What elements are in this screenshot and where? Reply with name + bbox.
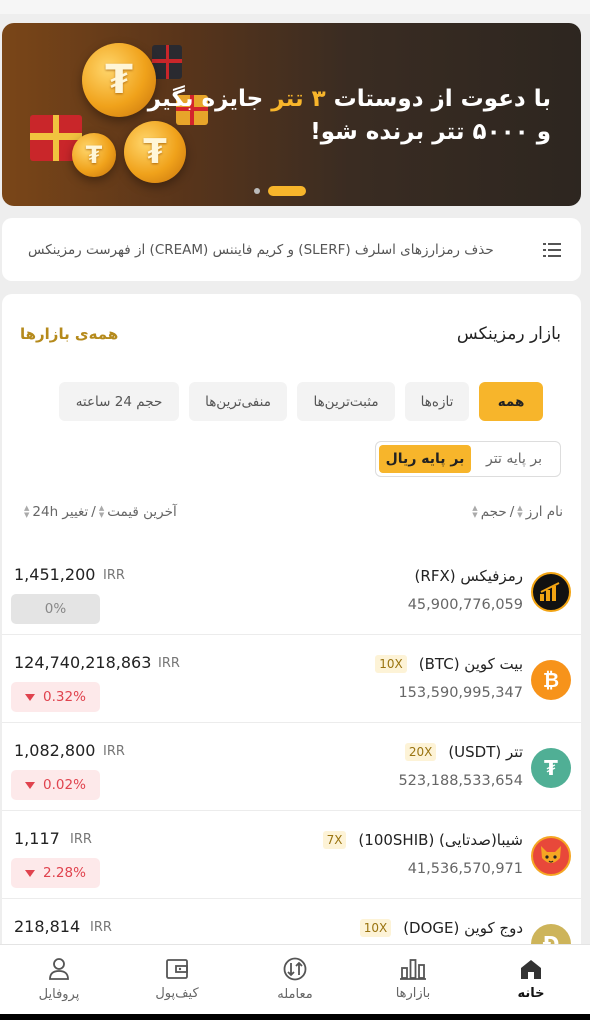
user-icon bbox=[49, 958, 69, 980]
leverage-badge: 10X bbox=[359, 919, 392, 937]
coin-price: 1,451,200 bbox=[14, 565, 96, 584]
price-unit: IRR bbox=[70, 832, 92, 847]
banner-headline: با دعوت از دوستات ۳ تتر جایزه بگیر و ۵۰۰… bbox=[147, 86, 551, 145]
leverage-badge: 20X bbox=[404, 743, 437, 761]
table-row[interactable]: ₮ تتر (USDT) 20X 523,188,533,654 1,082,80… bbox=[2, 723, 581, 811]
irr-base-option[interactable]: بر پایه ریال bbox=[379, 445, 471, 473]
coin-name: شیبا(صدتایی) (100SHIB) 7X bbox=[322, 831, 523, 849]
coin-name: دوج کوین (DOGE) 10X bbox=[359, 919, 523, 937]
column-header-name-volume[interactable]: نام ارز ▲ ▼ / حجم ▲ ▼ bbox=[472, 504, 563, 520]
carousel-indicator bbox=[254, 186, 306, 196]
nav-wallet[interactable]: کیف‌پول bbox=[118, 945, 236, 1014]
rfx-logo bbox=[531, 572, 571, 612]
usdt-base-option[interactable]: بر پایه تتر bbox=[471, 445, 557, 473]
change-badge: 0% bbox=[11, 594, 100, 624]
separator: / bbox=[91, 504, 96, 520]
promo-banner[interactable]: ₮ ₮ ₮ با دعوت از دوستات ۳ تتر جایزه بگیر… bbox=[2, 23, 581, 206]
nav-label: خانه bbox=[517, 986, 545, 1001]
status-area bbox=[0, 0, 590, 14]
coin-name: تتر (USDT) 20X bbox=[404, 743, 523, 761]
price-unit: IRR bbox=[103, 744, 125, 759]
coin-volume: 523,188,533,654 bbox=[398, 773, 523, 789]
coin-price: 1,117 bbox=[14, 829, 60, 848]
coin-price: 218,814 bbox=[14, 917, 81, 936]
gift-box-icon bbox=[152, 45, 182, 79]
nav-trade[interactable]: معامله bbox=[236, 945, 354, 1014]
column-header-change: تغییر 24h bbox=[32, 504, 89, 520]
nav-markets[interactable]: بازارها bbox=[354, 945, 472, 1014]
down-arrow-icon bbox=[25, 693, 36, 701]
base-currency-toggle: بر پایه ریال بر پایه تتر bbox=[375, 441, 561, 477]
usdt-logo: ₮ bbox=[531, 748, 571, 788]
exchange-icon bbox=[283, 957, 307, 981]
leverage-badge: 7X bbox=[322, 831, 347, 849]
nav-home[interactable]: خانه bbox=[472, 945, 590, 1014]
leverage-badge: 10X bbox=[375, 655, 407, 673]
table-row[interactable]: شیبا(صدتایی) (100SHIB) 7X 41,536,570,971 … bbox=[2, 811, 581, 899]
coin-price: 1,082,800 bbox=[14, 741, 96, 760]
carousel-dot-active[interactable] bbox=[268, 186, 306, 196]
price-unit: IRR bbox=[103, 568, 125, 583]
price-unit: IRR bbox=[158, 656, 180, 671]
nav-label: معامله bbox=[277, 987, 313, 1002]
nav-label: پروفایل bbox=[38, 987, 80, 1002]
sort-icon: ▲ ▼ bbox=[517, 504, 523, 519]
sort-icon: ▲ ▼ bbox=[98, 504, 105, 519]
coin-volume: 153,590,995,347 bbox=[398, 685, 523, 701]
carousel-dot[interactable] bbox=[254, 188, 260, 194]
column-header-name: نام ارز bbox=[525, 504, 563, 520]
btc-logo: ₿ bbox=[531, 660, 571, 700]
table-row[interactable]: رمزفیکس (RFX) 45,900,776,059 1,451,200 I… bbox=[2, 547, 581, 635]
table-row[interactable]: ₿ بیت کوین (BTC) 10X 153,590,995,347 124,… bbox=[2, 635, 581, 723]
filter-tab-all[interactable]: همه bbox=[479, 382, 543, 421]
price-unit: IRR bbox=[90, 920, 112, 935]
nav-label: کیف‌پول bbox=[155, 986, 199, 1001]
filter-tab-new[interactable]: تازه‌ها bbox=[405, 382, 469, 421]
coin-price: 124,740,218,863 bbox=[14, 653, 152, 672]
coin-name: رمزفیکس (RFX) bbox=[414, 567, 523, 585]
bar-chart-icon bbox=[400, 959, 426, 980]
column-header-last-price: آخرین قیمت bbox=[107, 504, 177, 520]
coin-volume: 41,536,570,971 bbox=[407, 861, 523, 877]
down-arrow-icon bbox=[25, 869, 36, 877]
bottom-navigation: خانه بازارها معامله کیف‌پول پروفایل bbox=[0, 944, 590, 1014]
wallet-icon bbox=[166, 959, 188, 979]
down-arrow-icon bbox=[25, 781, 36, 789]
market-table: رمزفیکس (RFX) 45,900,776,059 1,451,200 I… bbox=[2, 547, 581, 954]
filter-tab-losers[interactable]: منفی‌ترین‌ها bbox=[189, 382, 287, 421]
change-badge: 0.02% bbox=[11, 770, 100, 800]
all-markets-link[interactable]: همه‌ی بازارها bbox=[20, 325, 118, 343]
nav-profile[interactable]: پروفایل bbox=[0, 945, 118, 1014]
filter-tab-24h-volume[interactable]: حجم 24 ساعته bbox=[59, 382, 179, 421]
nav-label: بازارها bbox=[395, 986, 431, 1001]
separator: / bbox=[509, 504, 515, 520]
announcement-bar[interactable]: حذف رمزارزهای اسلرف (SLERF) و کریم فاینن… bbox=[2, 218, 581, 281]
market-title: بازار رمزینکس bbox=[456, 324, 561, 344]
tether-coin-icon: ₮ bbox=[72, 133, 116, 177]
market-filter-tabs: همه تازه‌ها مثبت‌ترین‌ها منفی‌ترین‌ها حج… bbox=[59, 382, 543, 421]
announcement-text: حذف رمزارزهای اسلرف (SLERF) و کریم فاینن… bbox=[28, 241, 494, 258]
tether-coin-icon: ₮ bbox=[82, 43, 156, 117]
system-gesture-bar bbox=[0, 1014, 590, 1020]
sort-icon: ▲ ▼ bbox=[24, 504, 30, 519]
change-badge: 2.28% bbox=[11, 858, 100, 888]
market-card: بازار رمزینکس همه‌ی بازارها همه تازه‌ها … bbox=[2, 294, 581, 954]
column-header-price-change[interactable]: آخرین قیمت ▲ ▼ / تغییر 24h ▲ ▼ bbox=[24, 504, 177, 520]
list-icon[interactable] bbox=[543, 242, 561, 257]
filter-tab-gainers[interactable]: مثبت‌ترین‌ها bbox=[297, 382, 395, 421]
shib-logo bbox=[531, 836, 571, 876]
coin-volume: 45,900,776,059 bbox=[407, 597, 523, 613]
home-icon bbox=[521, 960, 541, 979]
column-header-volume: حجم bbox=[480, 504, 507, 520]
coin-name: بیت کوین (BTC) 10X bbox=[375, 655, 523, 673]
sort-icon: ▲ ▼ bbox=[472, 504, 478, 519]
change-badge: 0.32% bbox=[11, 682, 100, 712]
